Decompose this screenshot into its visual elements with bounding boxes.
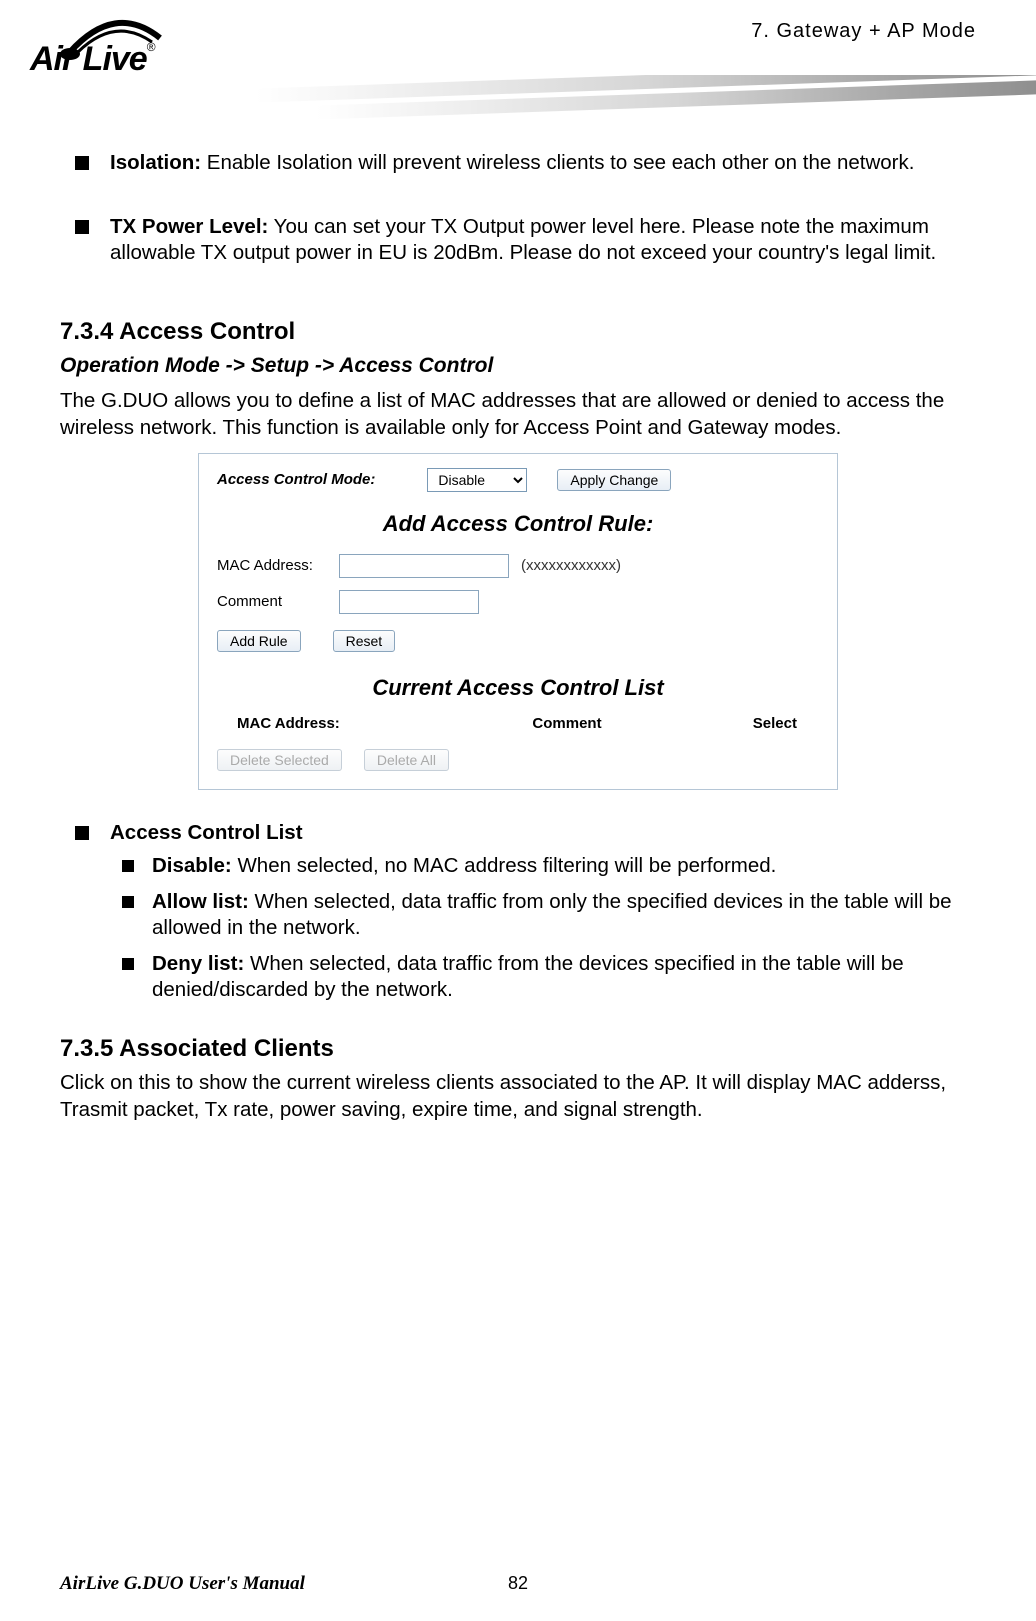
page-footer: AirLive G.DUO User's Manual 82 xyxy=(60,1573,976,1595)
para-734: The G.DUO allows you to define a list of… xyxy=(60,388,976,440)
apply-change-button[interactable]: Apply Change xyxy=(557,469,671,491)
current-list-title: Current Access Control List xyxy=(217,674,819,702)
footer-page-number: 82 xyxy=(508,1573,528,1594)
acl-title: Access Control List xyxy=(110,821,303,844)
col-select: Select xyxy=(687,714,819,733)
allow-label: Allow list: xyxy=(152,890,249,913)
isolation-text: Enable Isolation will prevent wireless c… xyxy=(201,151,914,174)
mac-hint: (xxxxxxxxxxxx) xyxy=(521,556,621,575)
delete-all-button[interactable]: Delete All xyxy=(364,749,449,771)
comment-label: Comment xyxy=(217,592,327,611)
header-gradient-bars xyxy=(256,75,1036,125)
heading-734: 7.3.4 Access Control xyxy=(60,317,976,348)
page-header: 7. Gateway + AP Mode Air Live® xyxy=(60,20,976,120)
heading-735: 7.3.5 Associated Clients xyxy=(60,1034,976,1065)
disable-label: Disable: xyxy=(152,854,232,877)
breadcrumb-path-734: Operation Mode -> Setup -> Access Contro… xyxy=(60,353,976,380)
acm-label: Access Control Mode: xyxy=(217,470,375,489)
header-section-ref: 7. Gateway + AP Mode xyxy=(751,20,976,43)
bullet-tx-power: TX Power Level: You can set your TX Outp… xyxy=(60,214,976,266)
mac-address-label: MAC Address: xyxy=(217,556,327,575)
comment-input[interactable] xyxy=(339,590,479,614)
delete-selected-button[interactable]: Delete Selected xyxy=(217,749,342,771)
bullet-disable: Disable: When selected, no MAC address f… xyxy=(110,853,976,879)
logo-reg: ® xyxy=(147,40,155,54)
tx-power-label: TX Power Level: xyxy=(110,215,268,238)
col-comment: Comment xyxy=(447,714,687,733)
deny-text: When selected, data traffic from the dev… xyxy=(152,952,904,1001)
airlive-logo: Air Live® xyxy=(20,10,280,100)
bullet-deny: Deny list: When selected, data traffic f… xyxy=(110,951,976,1003)
logo-text: Air Live xyxy=(30,40,147,78)
bullet-acl: Access Control List Disable: When select… xyxy=(60,820,976,1003)
allow-text: When selected, data traffic from only th… xyxy=(152,890,952,939)
isolation-label: Isolation: xyxy=(110,151,201,174)
mac-address-input[interactable] xyxy=(339,554,509,578)
bullet-allow: Allow list: When selected, data traffic … xyxy=(110,889,976,941)
col-mac: MAC Address: xyxy=(217,714,447,733)
access-control-screenshot: Access Control Mode: Disable Apply Chang… xyxy=(198,453,838,791)
deny-label: Deny list: xyxy=(152,952,244,975)
table-header-row: MAC Address: Comment Select xyxy=(217,714,819,733)
acm-select[interactable]: Disable xyxy=(427,468,527,492)
reset-button[interactable]: Reset xyxy=(333,630,396,652)
para-735: Click on this to show the current wirele… xyxy=(60,1070,976,1122)
bullet-isolation: Isolation: Enable Isolation will prevent… xyxy=(60,150,976,176)
disable-text: When selected, no MAC address filtering … xyxy=(232,854,777,877)
footer-manual-title: AirLive G.DUO User's Manual xyxy=(60,1573,305,1595)
add-rule-button[interactable]: Add Rule xyxy=(217,630,301,652)
add-rule-title: Add Access Control Rule: xyxy=(217,510,819,538)
